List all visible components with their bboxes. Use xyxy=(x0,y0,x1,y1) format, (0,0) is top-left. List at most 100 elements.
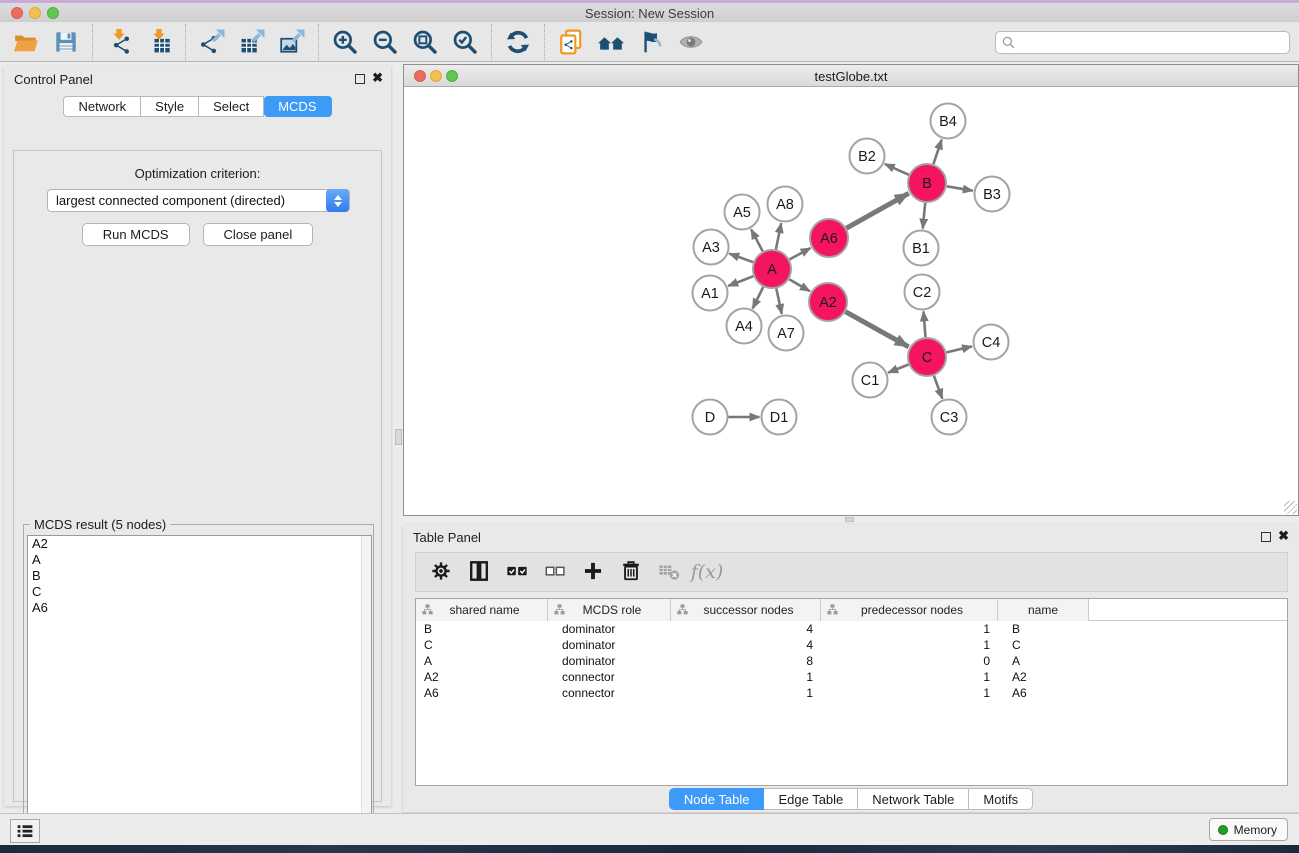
close-table-panel-icon[interactable]: ✖ xyxy=(1278,529,1289,543)
mcds-result-item[interactable]: C xyxy=(28,584,371,600)
tab-style[interactable]: Style xyxy=(141,96,199,117)
node-C[interactable]: C xyxy=(908,338,946,376)
toggle-columns-button[interactable] xyxy=(462,556,496,588)
cell-predecessor-nodes[interactable]: 1 xyxy=(821,685,998,701)
edge-A-A7[interactable] xyxy=(776,289,782,315)
export-table-button[interactable] xyxy=(232,25,272,59)
cell-shared-name[interactable]: A6 xyxy=(416,685,548,701)
edge-A-A5[interactable] xyxy=(751,229,763,251)
search-input[interactable] xyxy=(1017,34,1289,52)
cell-shared-name[interactable]: C xyxy=(416,637,548,653)
column-header-MCDS-role[interactable]: MCDS role xyxy=(548,599,671,621)
run-mcds-button[interactable]: Run MCDS xyxy=(82,223,190,246)
edge-A6-B[interactable] xyxy=(846,193,908,228)
tab-network[interactable]: Network xyxy=(63,96,141,117)
memory-button[interactable]: Memory xyxy=(1209,818,1288,841)
zoom-in-button[interactable] xyxy=(325,25,365,59)
clone-network-button[interactable] xyxy=(551,25,591,59)
cell-shared-name[interactable]: A2 xyxy=(416,669,548,685)
edge-B-B2[interactable] xyxy=(885,164,909,175)
node-B3[interactable]: B3 xyxy=(975,177,1010,212)
edge-A-A8[interactable] xyxy=(776,223,781,249)
save-session-button[interactable] xyxy=(46,25,86,59)
horizontal-splitter-handle[interactable] xyxy=(845,517,854,522)
table-row[interactable]: A6connector11A6 xyxy=(416,685,1287,701)
cell-successor-nodes[interactable]: 4 xyxy=(671,637,821,653)
tab-select[interactable]: Select xyxy=(199,96,264,117)
edge-B-B1[interactable] xyxy=(923,203,925,229)
network-window-titlebar[interactable]: testGlobe.txt xyxy=(404,65,1298,87)
node-C3[interactable]: C3 xyxy=(932,400,967,435)
cell-predecessor-nodes[interactable]: 1 xyxy=(821,669,998,685)
cell-successor-nodes[interactable]: 8 xyxy=(671,653,821,669)
cell-MCDS-role[interactable]: dominator xyxy=(548,653,671,669)
tab-node-table[interactable]: Node Table xyxy=(669,788,765,810)
edge-A-A1[interactable] xyxy=(728,276,753,286)
cell-name[interactable]: C xyxy=(998,637,1089,653)
result-list-scrollbar[interactable] xyxy=(361,536,371,853)
edge-B-B4[interactable] xyxy=(933,140,941,165)
node-A[interactable]: A xyxy=(753,250,791,288)
node-B2[interactable]: B2 xyxy=(850,139,885,174)
cell-successor-nodes[interactable]: 4 xyxy=(671,621,821,637)
float-table-panel-icon[interactable] xyxy=(1261,532,1271,542)
window-resize-grip[interactable] xyxy=(1284,501,1297,514)
table-row[interactable]: Cdominator41C xyxy=(416,637,1287,653)
tab-network-table[interactable]: Network Table xyxy=(858,788,969,810)
node-B4[interactable]: B4 xyxy=(931,104,966,139)
float-panel-icon[interactable] xyxy=(355,74,365,84)
cell-MCDS-role[interactable]: dominator xyxy=(548,637,671,653)
edge-C-C2[interactable] xyxy=(924,311,926,337)
mcds-result-item[interactable]: A xyxy=(28,552,371,568)
export-image-button[interactable] xyxy=(272,25,312,59)
close-panel-button[interactable]: Close panel xyxy=(203,223,314,246)
tab-mcds[interactable]: MCDS xyxy=(264,96,331,117)
table-row[interactable]: Adominator80A xyxy=(416,653,1287,669)
deselect-all-rows-button[interactable] xyxy=(538,556,572,588)
delete-column-button[interactable] xyxy=(614,556,648,588)
import-network-button[interactable] xyxy=(99,25,139,59)
node-A4[interactable]: A4 xyxy=(727,309,762,344)
cell-MCDS-role[interactable]: connector xyxy=(548,685,671,701)
import-table-button[interactable] xyxy=(139,25,179,59)
node-A5[interactable]: A5 xyxy=(725,195,760,230)
cell-MCDS-role[interactable]: dominator xyxy=(548,621,671,637)
mcds-result-item[interactable]: A6 xyxy=(28,600,371,616)
column-header-shared-name[interactable]: shared name xyxy=(416,599,548,621)
column-header-successor-nodes[interactable]: successor nodes xyxy=(671,599,821,621)
vertical-splitter-handle[interactable] xyxy=(395,429,402,445)
node-C2[interactable]: C2 xyxy=(905,275,940,310)
zoom-out-button[interactable] xyxy=(365,25,405,59)
edge-C-C1[interactable] xyxy=(888,365,908,373)
select-all-rows-button[interactable] xyxy=(500,556,534,588)
edge-C-C4[interactable] xyxy=(947,346,973,352)
reset-view-button[interactable] xyxy=(591,25,631,59)
open-session-button[interactable] xyxy=(6,25,46,59)
table-row[interactable]: A2connector11A2 xyxy=(416,669,1287,685)
cell-shared-name[interactable]: A xyxy=(416,653,548,669)
edge-A2-C[interactable] xyxy=(846,312,909,347)
cell-name[interactable]: A6 xyxy=(998,685,1089,701)
edge-A-A6[interactable] xyxy=(790,248,811,259)
network-canvas[interactable]: A A1 A2 A3 A4 A5 A6 A7 A8 B B1 B2 B3 B4 … xyxy=(404,87,1298,515)
node-D1[interactable]: D1 xyxy=(762,400,797,435)
edge-B-B3[interactable] xyxy=(947,186,973,190)
edge-A-A4[interactable] xyxy=(753,287,764,309)
export-network-button[interactable] xyxy=(192,25,232,59)
node-A3[interactable]: A3 xyxy=(694,230,729,265)
cell-name[interactable]: B xyxy=(998,621,1089,637)
edge-A-A2[interactable] xyxy=(789,279,810,291)
zoom-fit-button[interactable] xyxy=(405,25,445,59)
column-header-name[interactable]: name xyxy=(998,599,1089,621)
edge-C-C3[interactable] xyxy=(934,376,942,399)
create-column-button[interactable] xyxy=(576,556,610,588)
delete-table-button[interactable] xyxy=(652,556,686,588)
apply-layout-button[interactable] xyxy=(498,25,538,59)
task-history-button[interactable] xyxy=(10,819,40,843)
node-C4[interactable]: C4 xyxy=(974,325,1009,360)
cell-predecessor-nodes[interactable]: 0 xyxy=(821,653,998,669)
node-A2[interactable]: A2 xyxy=(809,283,847,321)
search-box[interactable] xyxy=(995,31,1290,54)
cell-name[interactable]: A2 xyxy=(998,669,1089,685)
node-A8[interactable]: A8 xyxy=(768,187,803,222)
